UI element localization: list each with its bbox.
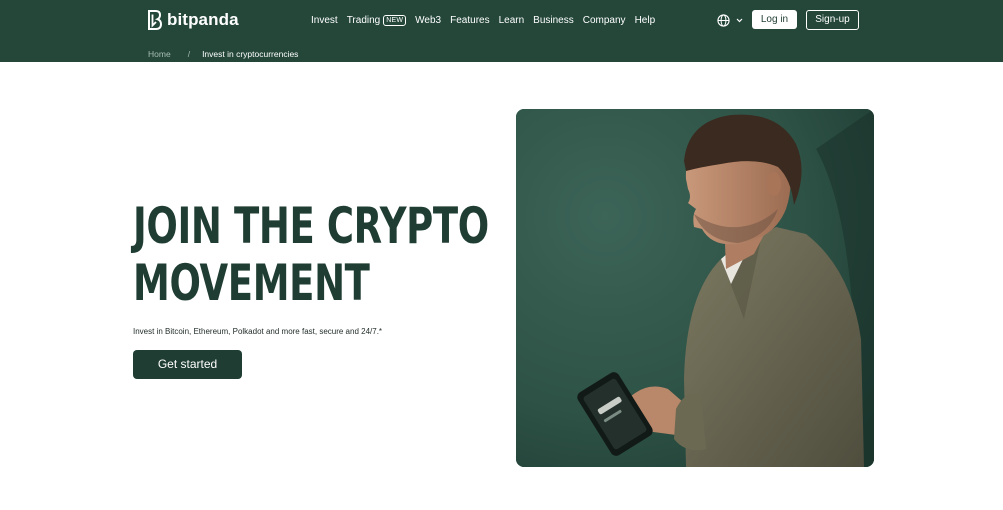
nav-item-business[interactable]: Business — [533, 15, 574, 26]
nav-item-invest[interactable]: Invest — [311, 15, 338, 26]
bitpanda-logo-icon — [148, 10, 162, 30]
breadcrumb-separator: / — [187, 49, 191, 59]
hero-headline: JOIN THE CRYPTO MOVEMENT — [133, 198, 489, 312]
nav-item-web3[interactable]: Web3 — [415, 15, 441, 26]
language-selector[interactable] — [717, 13, 743, 27]
breadcrumb-home-link[interactable]: Home — [148, 49, 171, 59]
nav-item-trading-label: Trading — [346, 14, 381, 26]
breadcrumb-current-page: Invest in cryptocurrencies — [202, 49, 299, 59]
hero-subline: Invest in Bitcoin, Ethereum, Polkadot an… — [133, 327, 383, 336]
breadcrumb: Home / Invest in cryptocurrencies — [148, 48, 298, 60]
main-nav: Invest Trading NEW Web3 Features Learn B… — [311, 13, 655, 27]
nav-item-company[interactable]: Company — [583, 15, 626, 26]
signup-button[interactable]: Sign-up — [806, 10, 859, 30]
nav-item-features[interactable]: Features — [450, 15, 489, 26]
hero-image — [516, 109, 874, 467]
new-badge: NEW — [383, 14, 407, 26]
nav-item-help[interactable]: Help — [635, 15, 656, 26]
get-started-button[interactable]: Get started — [133, 350, 242, 379]
brand-name: bitpanda — [167, 10, 239, 29]
top-navigation-bar: bitpanda Invest Trading NEW Web3 Feature… — [0, 0, 1003, 62]
man-with-phone-photo — [516, 109, 874, 467]
hero-headline-line-1: JOIN THE CRYPTO — [133, 197, 489, 255]
bitpanda-logo[interactable]: bitpanda — [147, 9, 239, 31]
hero-headline-line-2: MOVEMENT — [133, 254, 370, 312]
globe-icon — [717, 13, 730, 27]
login-button[interactable]: Log in — [752, 10, 797, 29]
chevron-down-icon — [736, 18, 743, 22]
nav-item-trading[interactable]: Trading NEW — [346, 14, 407, 26]
nav-item-learn[interactable]: Learn — [499, 15, 525, 26]
